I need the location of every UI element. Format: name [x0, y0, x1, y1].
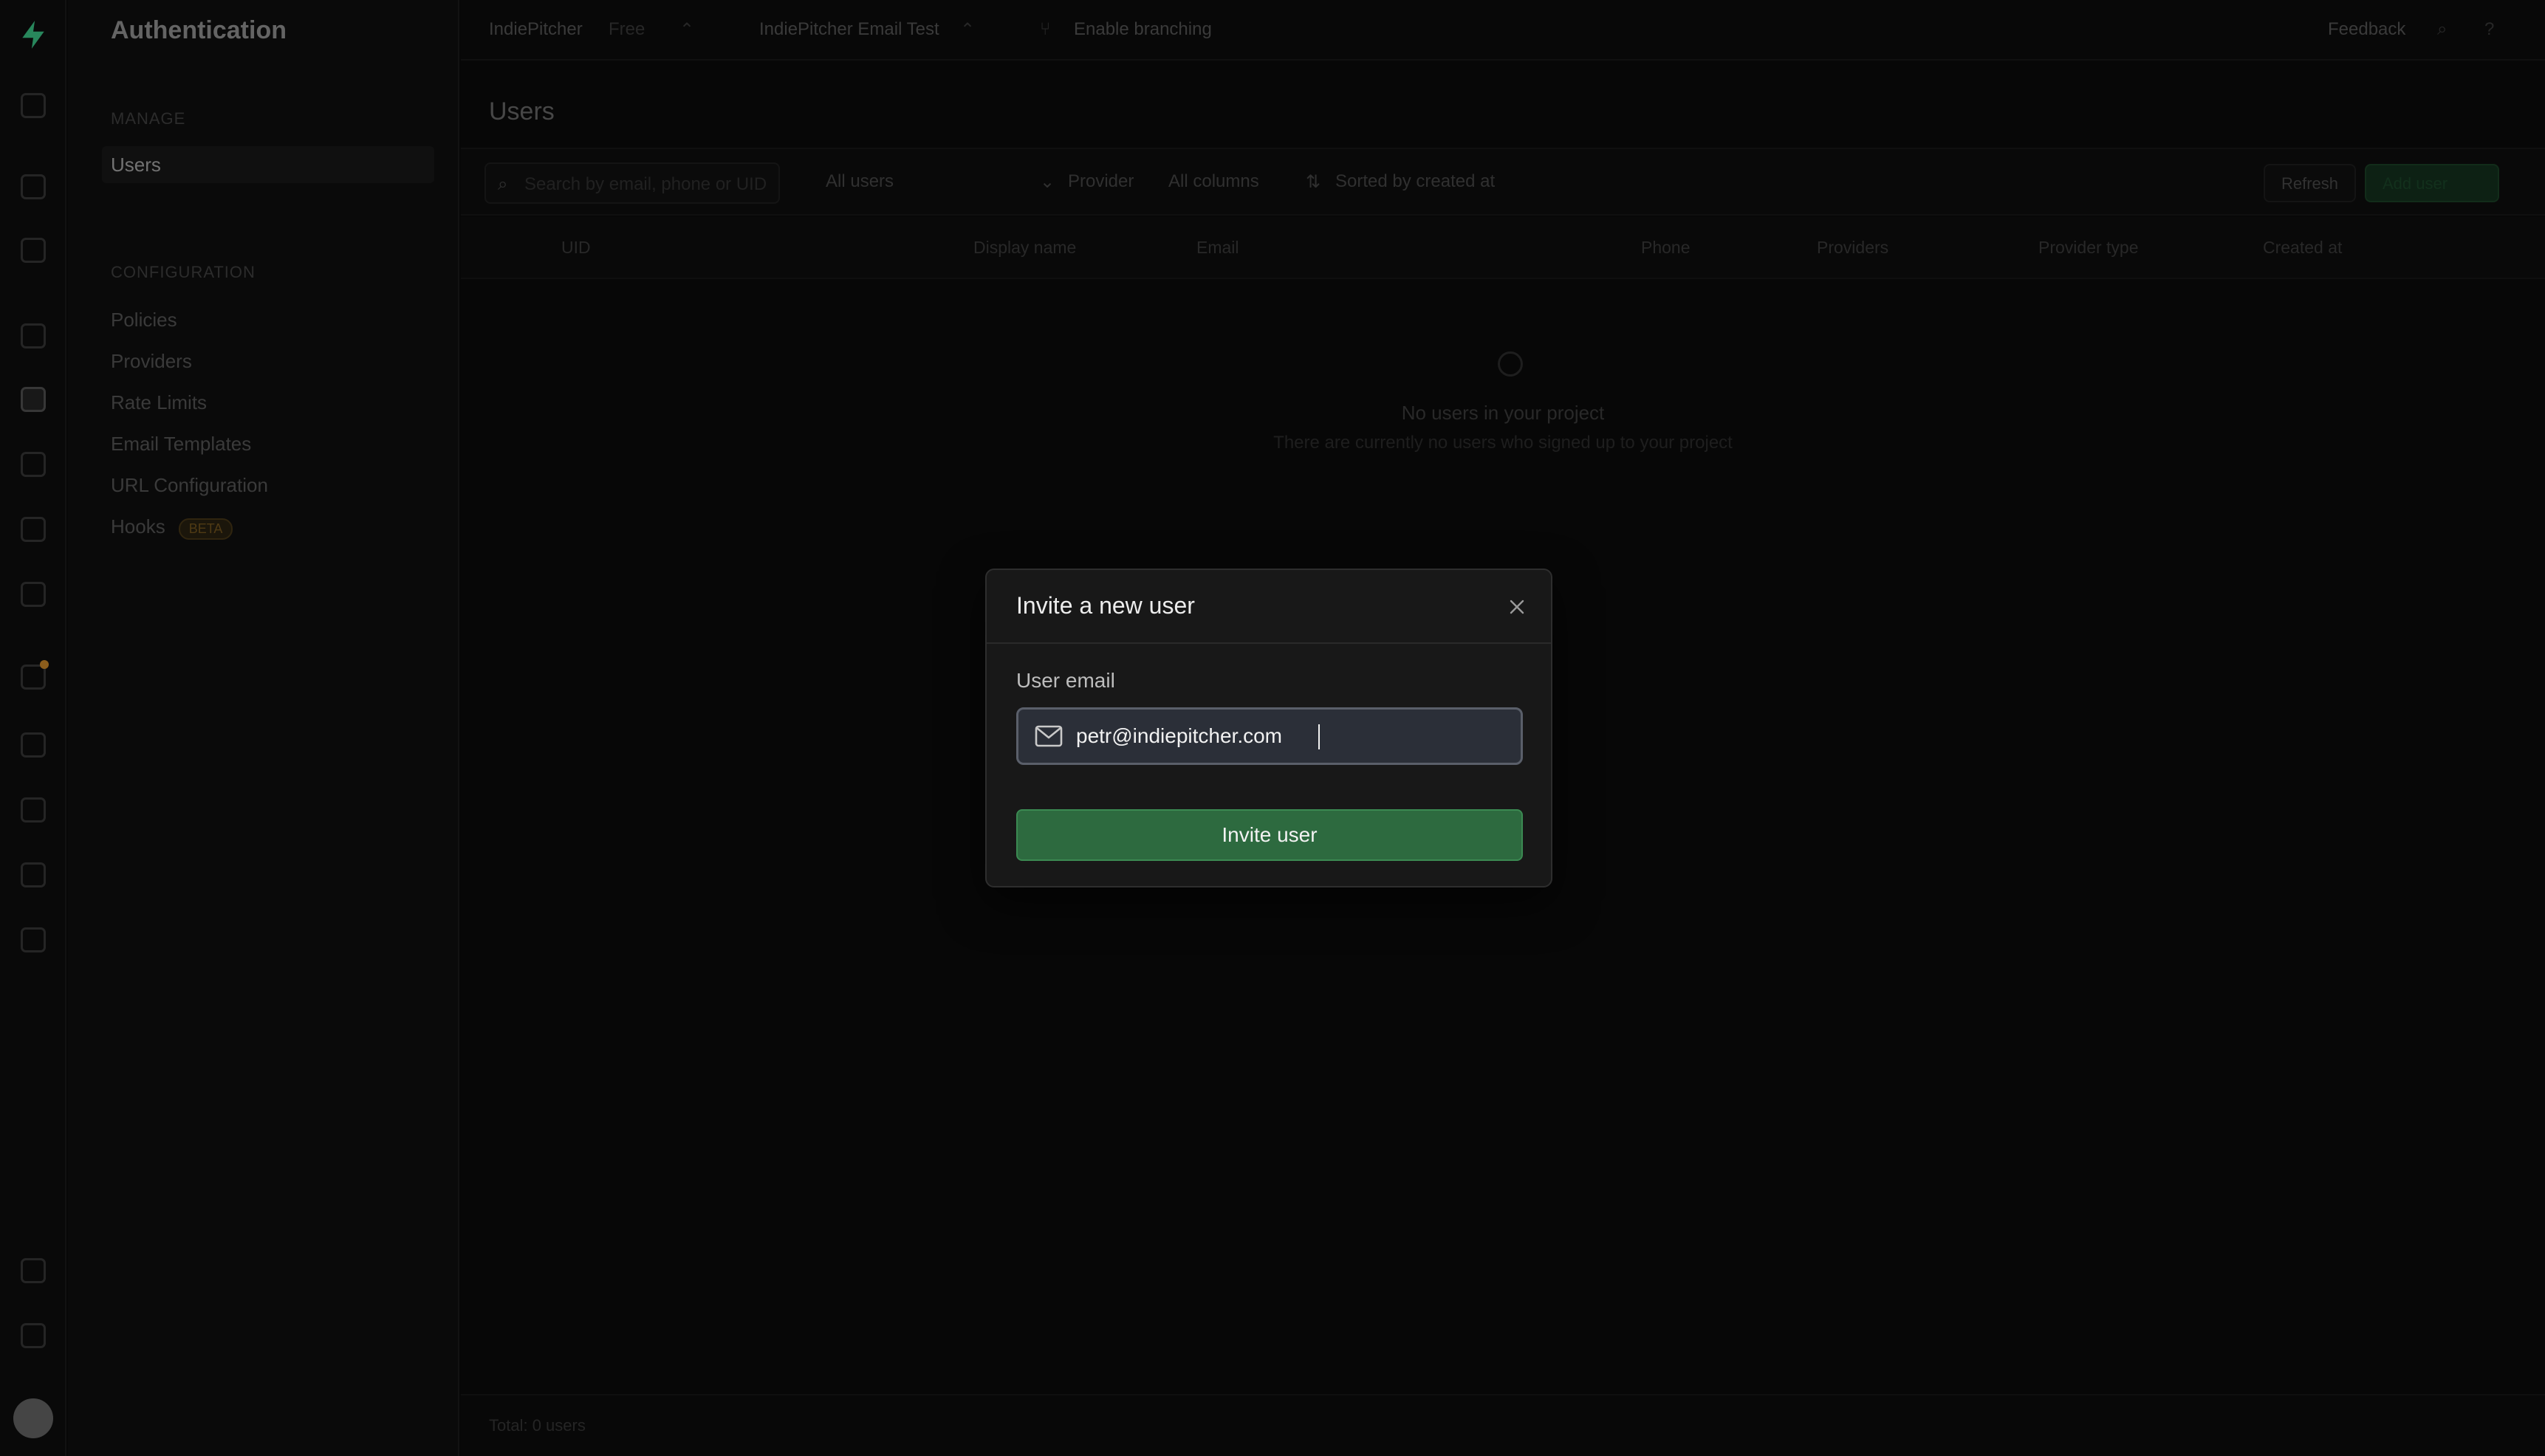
app-root: Authentication MANAGE Users CONFIGURATIO…	[0, 0, 2545, 1456]
dialog-header: Invite a new user	[987, 570, 1551, 644]
user-email-label: User email	[1016, 669, 1115, 692]
invite-user-dialog: Invite a new user User email Invite user	[985, 569, 1552, 887]
dialog-title: Invite a new user	[1016, 592, 1195, 619]
close-button[interactable]	[1504, 594, 1530, 620]
close-icon	[1510, 600, 1524, 614]
mail-icon	[1035, 725, 1063, 747]
user-email-input[interactable]	[1076, 710, 1512, 763]
text-cursor	[1318, 724, 1320, 749]
invite-user-button[interactable]: Invite user	[1016, 809, 1523, 861]
user-email-field[interactable]	[1016, 707, 1523, 765]
